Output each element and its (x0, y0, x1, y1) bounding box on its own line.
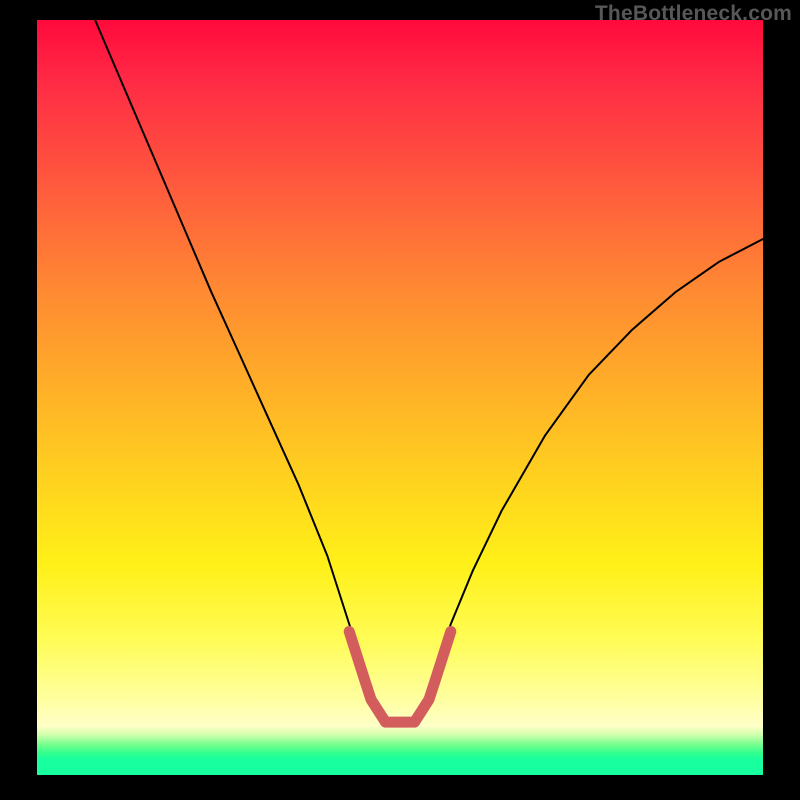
optimum-marker (349, 632, 451, 723)
plot-area (37, 20, 763, 775)
curves-svg (37, 20, 763, 775)
watermark-text: TheBottleneck.com (595, 2, 792, 26)
chart-frame: TheBottleneck.com (0, 0, 800, 800)
bottleneck-curve (95, 20, 763, 718)
